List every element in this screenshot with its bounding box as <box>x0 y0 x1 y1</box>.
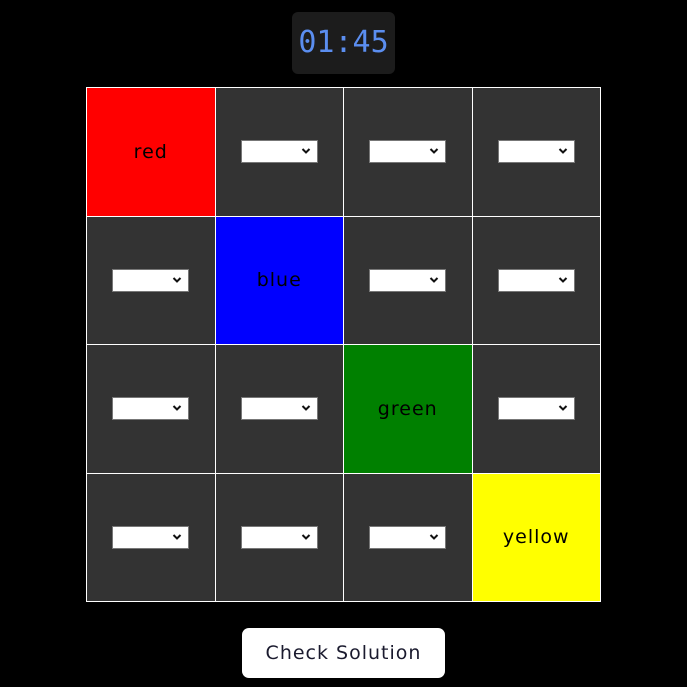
empty-cell <box>344 473 472 601</box>
chevron-down-icon <box>430 148 439 155</box>
chevron-down-icon <box>430 277 439 283</box>
empty-cell <box>87 216 215 344</box>
color-select[interactable] <box>240 140 318 164</box>
color-select[interactable] <box>112 397 190 421</box>
game-page: 01:45 red blue green yellow Check Solution <box>0 0 687 687</box>
chevron-down-icon <box>430 534 439 540</box>
cell-color-label: blue <box>256 269 302 292</box>
empty-cell <box>472 216 600 344</box>
color-select[interactable] <box>497 268 575 292</box>
chevron-down-icon <box>558 148 567 155</box>
empty-cell <box>215 473 343 601</box>
chevron-down-icon <box>558 277 567 283</box>
empty-cell <box>87 345 215 473</box>
color-select[interactable] <box>369 268 447 292</box>
fixed-color-cell: red <box>87 88 215 216</box>
empty-cell <box>472 345 600 473</box>
cell-color-label: green <box>377 397 438 420</box>
empty-cell <box>215 345 343 473</box>
empty-cell <box>215 88 343 216</box>
empty-cell <box>87 473 215 601</box>
color-select[interactable] <box>497 397 575 421</box>
color-grid: red blue green yellow <box>86 87 601 602</box>
color-select[interactable] <box>240 525 318 549</box>
empty-cell <box>472 88 600 216</box>
chevron-down-icon <box>173 534 182 540</box>
cell-color-label: yellow <box>502 526 570 549</box>
color-select[interactable] <box>240 397 318 421</box>
empty-cell <box>344 88 472 216</box>
chevron-down-icon <box>301 405 310 412</box>
color-select[interactable] <box>497 140 575 164</box>
color-select[interactable] <box>369 140 447 164</box>
color-select[interactable] <box>112 268 190 292</box>
chevron-down-icon <box>173 405 182 412</box>
check-solution-button[interactable]: Check Solution <box>242 628 445 678</box>
color-select[interactable] <box>112 525 190 549</box>
fixed-color-cell: green <box>344 345 472 473</box>
countdown-timer: 01:45 <box>292 12 395 74</box>
color-select[interactable] <box>369 525 447 549</box>
cell-color-label: red <box>133 140 168 163</box>
chevron-down-icon <box>558 405 567 412</box>
fixed-color-cell: yellow <box>472 473 600 601</box>
empty-cell <box>344 216 472 344</box>
chevron-down-icon <box>301 148 310 155</box>
fixed-color-cell: blue <box>215 216 343 344</box>
chevron-down-icon <box>173 277 182 283</box>
chevron-down-icon <box>301 534 310 540</box>
